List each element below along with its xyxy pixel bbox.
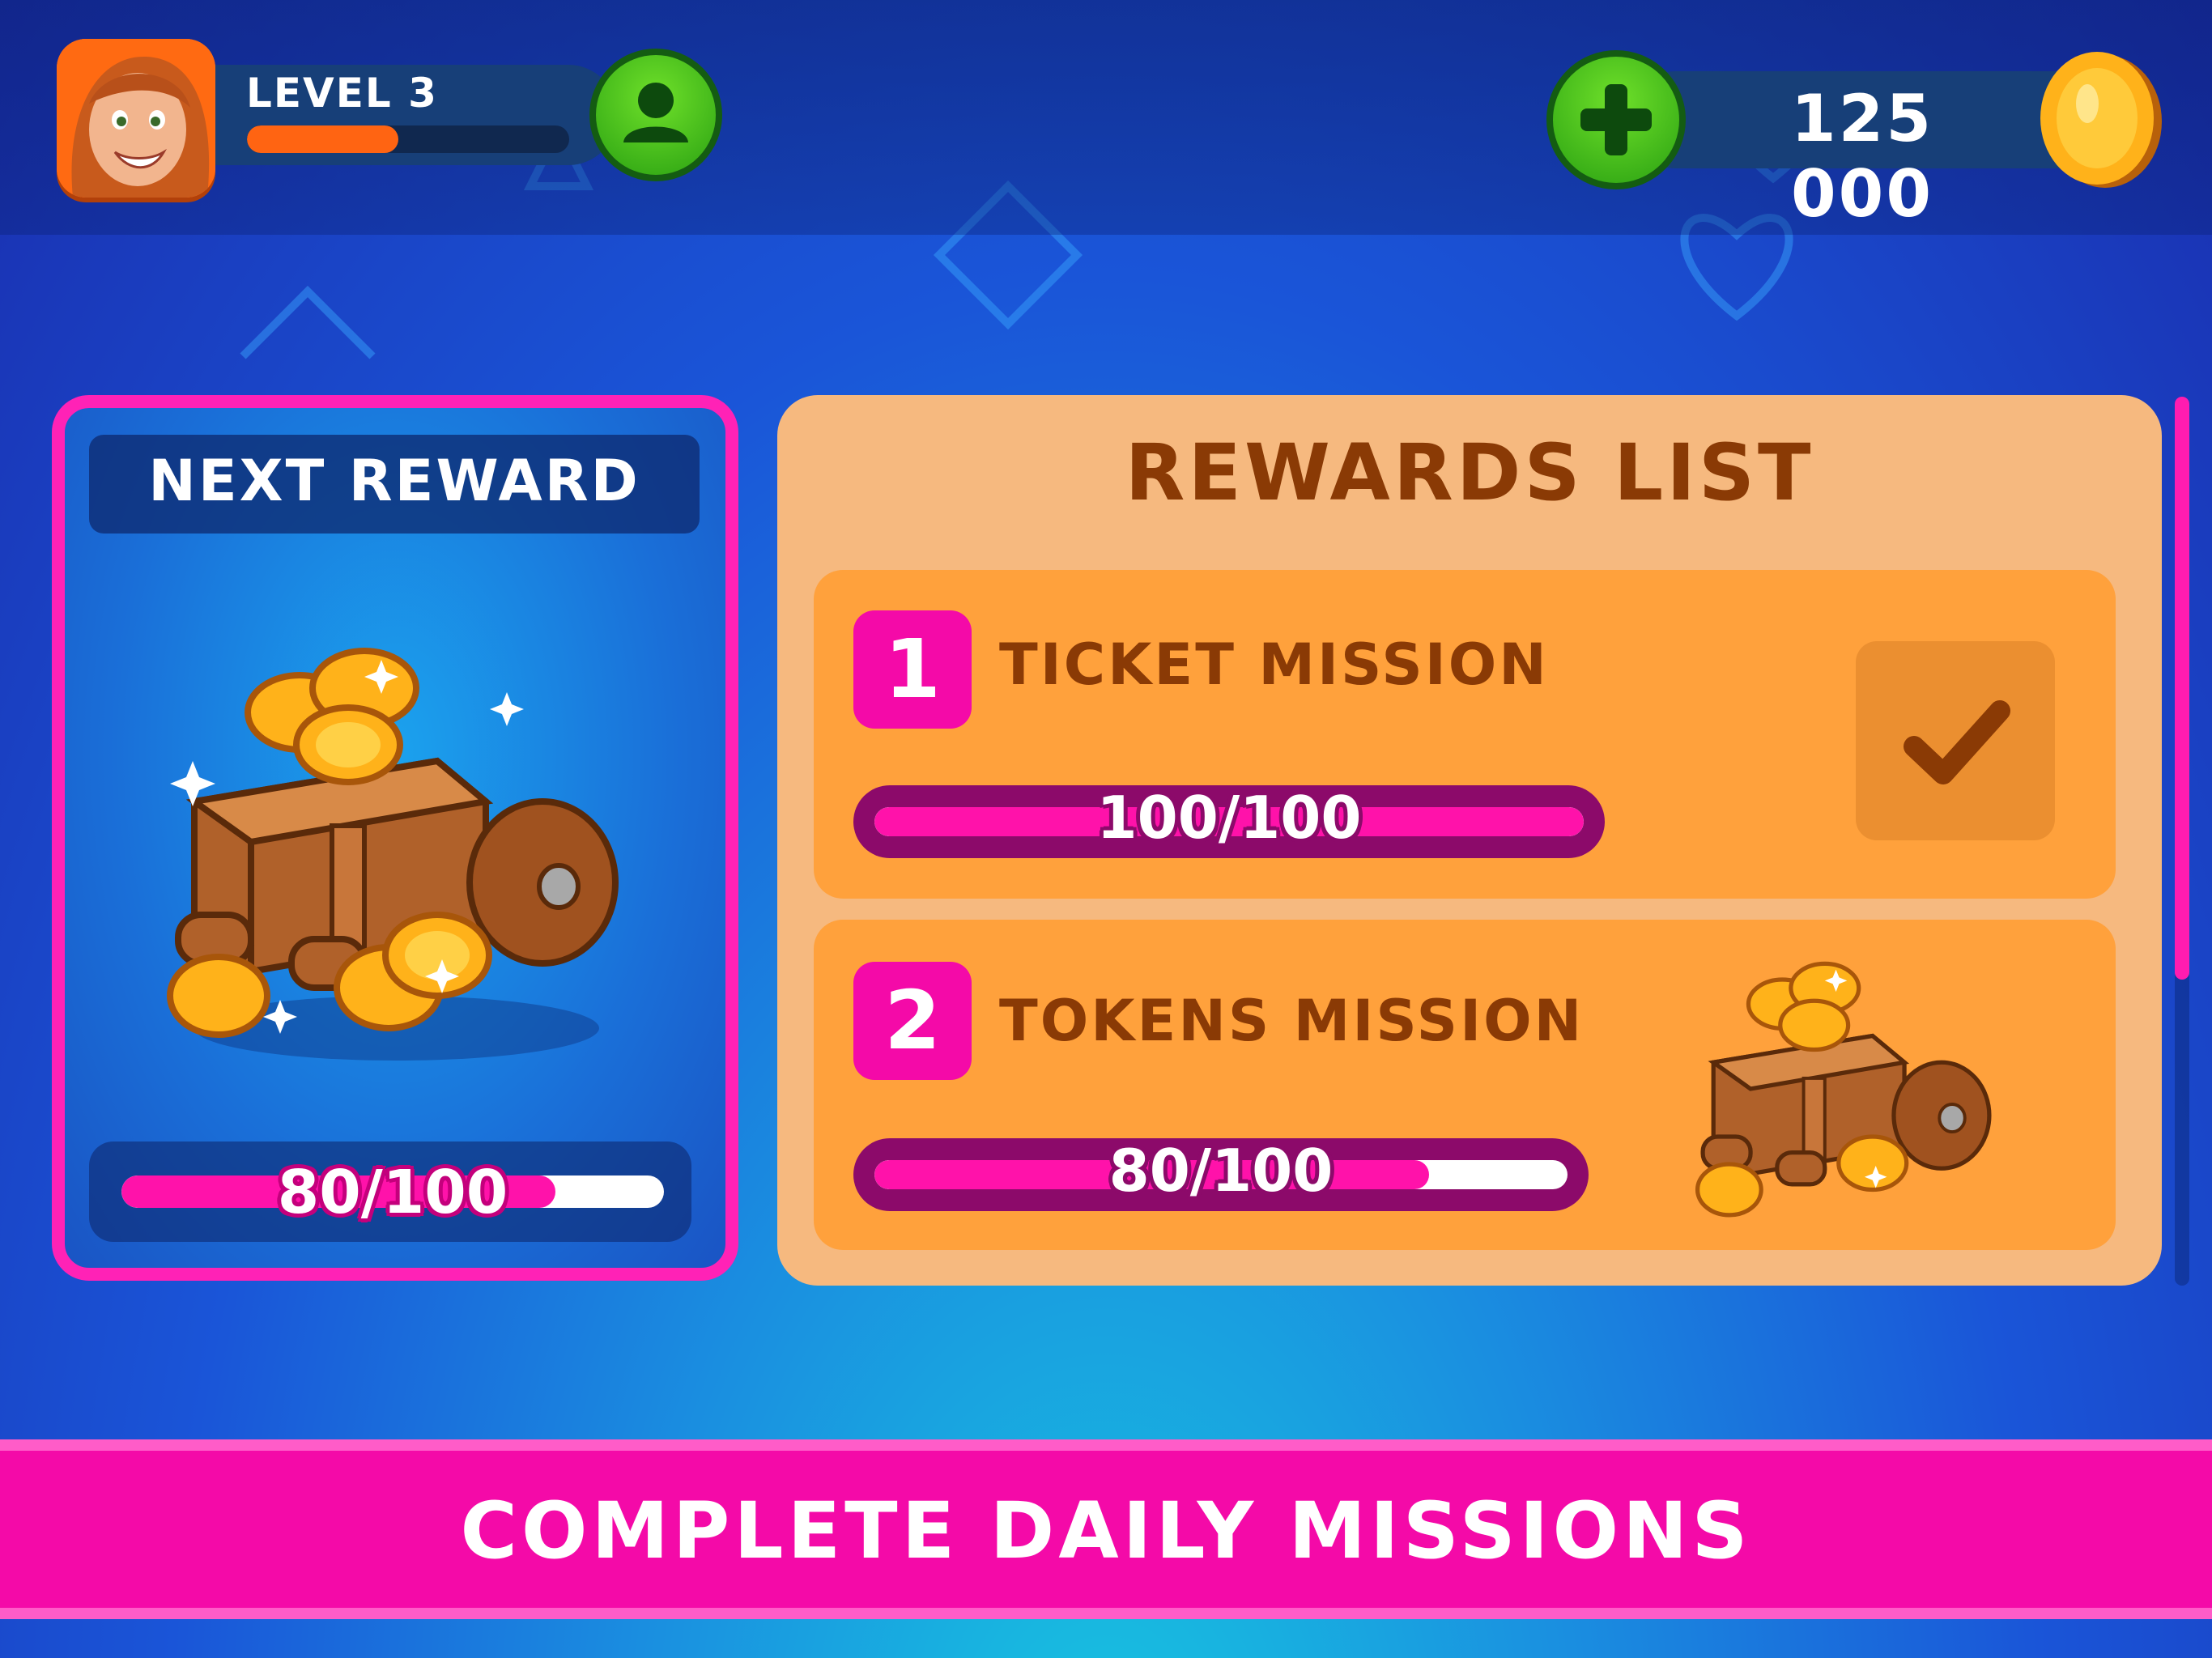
mission-label: TOKENS MISSION	[999, 988, 1585, 1054]
mission-progress-text: 100/100	[1096, 784, 1362, 852]
checkmark-icon	[1904, 700, 2010, 784]
next-reward-title: NEXT REWARD	[148, 448, 640, 514]
coin-icon	[2040, 52, 2162, 188]
profile-icon	[623, 83, 688, 142]
banner-text: COMPLETE DAILY MISSIONS	[460, 1486, 1752, 1576]
mission-label: TICKET MISSION	[999, 631, 1549, 698]
player-avatar[interactable]	[57, 39, 215, 198]
mission-number: 2	[853, 962, 972, 1080]
add-coins-button[interactable]	[1546, 50, 1686, 189]
mission-progress-text: 80/100	[1108, 1137, 1334, 1205]
player-avatar-icon	[57, 39, 215, 198]
xp-progress-fill	[247, 125, 399, 153]
rewards-list-title: REWARDS LIST	[1125, 427, 1814, 518]
player-level: LEVEL 3	[246, 70, 438, 117]
mission-complete-badge[interactable]	[1856, 641, 2055, 840]
plus-icon	[1580, 84, 1652, 155]
rewards-list-scrollbar[interactable]	[2175, 397, 2189, 1286]
coin-cart-icon	[1695, 961, 1992, 1218]
mission-number: 1	[853, 610, 972, 729]
coin-cart-icon	[167, 648, 619, 1061]
scrollbar-thumb[interactable]	[2175, 397, 2189, 980]
next-reward-progress-text: 80/100	[277, 1158, 508, 1227]
xp-progress-bar	[247, 125, 569, 153]
profile-button[interactable]	[589, 49, 722, 181]
coin-balance: 125 000	[1791, 81, 1933, 232]
